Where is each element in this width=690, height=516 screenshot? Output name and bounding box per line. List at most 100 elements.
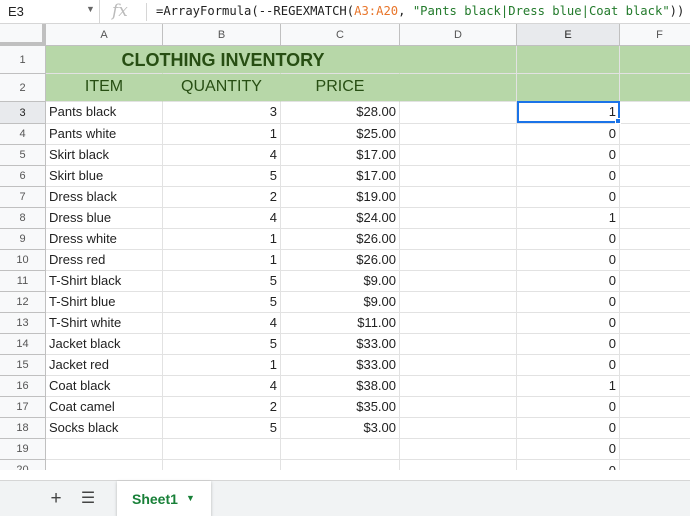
cell-c8[interactable]: $24.00 [281, 208, 400, 229]
tab-sheet1[interactable]: Sheet1 ▼ [117, 481, 211, 516]
cell-d4[interactable] [400, 124, 517, 145]
row-header-2[interactable]: 2 [0, 74, 46, 102]
row-header-7[interactable]: 7 [0, 187, 46, 208]
cell-c17[interactable]: $35.00 [281, 397, 400, 418]
cell-d17[interactable] [400, 397, 517, 418]
cell-a8[interactable]: Dress blue [46, 208, 163, 229]
cell-b14[interactable]: 5 [163, 334, 281, 355]
cell-f6[interactable] [620, 166, 690, 187]
cell-b9[interactable]: 1 [163, 229, 281, 250]
cell-b13[interactable]: 4 [163, 313, 281, 334]
cell-d18[interactable] [400, 418, 517, 439]
cell-a9[interactable]: Dress white [46, 229, 163, 250]
cell-e19[interactable]: 0 [517, 439, 620, 460]
cell-c12[interactable]: $9.00 [281, 292, 400, 313]
cell-e16[interactable]: 1 [517, 376, 620, 397]
cell-b4[interactable]: 1 [163, 124, 281, 145]
cell-e14[interactable]: 0 [517, 334, 620, 355]
cell-e8[interactable]: 1 [517, 208, 620, 229]
row-header-16[interactable]: 16 [0, 376, 46, 397]
cell-c11[interactable]: $9.00 [281, 271, 400, 292]
cell-e1[interactable] [517, 46, 620, 74]
row-header-10[interactable]: 10 [0, 250, 46, 271]
cell-d14[interactable] [400, 334, 517, 355]
cell-f8[interactable] [620, 208, 690, 229]
cell-c2[interactable]: PRICE [281, 74, 400, 102]
cell-d13[interactable] [400, 313, 517, 334]
cell-a7[interactable]: Dress black [46, 187, 163, 208]
cell-e20[interactable]: 0 [517, 460, 620, 470]
cell-b5[interactable]: 4 [163, 145, 281, 166]
cell-b15[interactable]: 1 [163, 355, 281, 376]
cell-c4[interactable]: $25.00 [281, 124, 400, 145]
row-header-5[interactable]: 5 [0, 145, 46, 166]
cell-d7[interactable] [400, 187, 517, 208]
cell-b12[interactable]: 5 [163, 292, 281, 313]
cell-f17[interactable] [620, 397, 690, 418]
cell-f9[interactable] [620, 229, 690, 250]
row-header-11[interactable]: 11 [0, 271, 46, 292]
cell-b10[interactable]: 1 [163, 250, 281, 271]
column-header-e[interactable]: E [517, 24, 620, 46]
cell-a5[interactable]: Skirt black [46, 145, 163, 166]
cell-d11[interactable] [400, 271, 517, 292]
cell-e6[interactable]: 0 [517, 166, 620, 187]
cell-f19[interactable] [620, 439, 690, 460]
caret-down-icon[interactable]: ▼ [186, 493, 195, 503]
cell-c13[interactable]: $11.00 [281, 313, 400, 334]
row-header-15[interactable]: 15 [0, 355, 46, 376]
cell-e17[interactable]: 0 [517, 397, 620, 418]
cell-b19[interactable] [163, 439, 281, 460]
cell-d10[interactable] [400, 250, 517, 271]
cell-d12[interactable] [400, 292, 517, 313]
cell-c7[interactable]: $19.00 [281, 187, 400, 208]
cell-a16[interactable]: Coat black [46, 376, 163, 397]
cell-c3[interactable]: $28.00 [281, 102, 400, 124]
row-header-12[interactable]: 12 [0, 292, 46, 313]
cell-a13[interactable]: T-Shirt white [46, 313, 163, 334]
row-header-13[interactable]: 13 [0, 313, 46, 334]
cell-c18[interactable]: $3.00 [281, 418, 400, 439]
fill-handle[interactable] [615, 118, 621, 124]
cell-f2[interactable] [620, 74, 690, 102]
select-all-corner[interactable] [0, 24, 46, 46]
row-header-4[interactable]: 4 [0, 124, 46, 145]
cell-d19[interactable] [400, 439, 517, 460]
cell-d3[interactable] [400, 102, 517, 124]
spreadsheet-grid[interactable]: A B C D E F 1 2 ITEM QUANTITY PRICE 3 Pants black 3 $2… [0, 24, 690, 470]
cell-d8[interactable] [400, 208, 517, 229]
cell-d20[interactable] [400, 460, 517, 470]
cell-f14[interactable] [620, 334, 690, 355]
cell-c16[interactable]: $38.00 [281, 376, 400, 397]
plus-icon[interactable]: + [46, 487, 66, 511]
cell-b18[interactable]: 5 [163, 418, 281, 439]
cell-f1[interactable] [620, 46, 690, 74]
row-header-17[interactable]: 17 [0, 397, 46, 418]
cell-a10[interactable]: Dress red [46, 250, 163, 271]
cell-a20[interactable] [46, 460, 163, 470]
formula-input[interactable]: =ArrayFormula(--REGEXMATCH(A3:A20, "Pant… [156, 4, 684, 18]
cell-f7[interactable] [620, 187, 690, 208]
row-header-14[interactable]: 14 [0, 334, 46, 355]
cell-f4[interactable] [620, 124, 690, 145]
cell-b2[interactable]: QUANTITY [163, 74, 281, 102]
row-header-1[interactable]: 1 [0, 46, 46, 74]
cell-d15[interactable] [400, 355, 517, 376]
cell-e15[interactable]: 0 [517, 355, 620, 376]
cell-f20[interactable] [620, 460, 690, 470]
row-header-9[interactable]: 9 [0, 229, 46, 250]
cell-f5[interactable] [620, 145, 690, 166]
cell-f18[interactable] [620, 418, 690, 439]
row-header-18[interactable]: 18 [0, 418, 46, 439]
cell-f16[interactable] [620, 376, 690, 397]
cell-a2[interactable]: ITEM [46, 74, 163, 102]
cell-b11[interactable]: 5 [163, 271, 281, 292]
cell-a14[interactable]: Jacket black [46, 334, 163, 355]
cell-f12[interactable] [620, 292, 690, 313]
cell-e11[interactable]: 0 [517, 271, 620, 292]
cell-e9[interactable]: 0 [517, 229, 620, 250]
cell-a3[interactable]: Pants black [46, 102, 163, 124]
row-header-6[interactable]: 6 [0, 166, 46, 187]
cell-a12[interactable]: T-Shirt blue [46, 292, 163, 313]
column-header-d[interactable]: D [400, 24, 517, 46]
